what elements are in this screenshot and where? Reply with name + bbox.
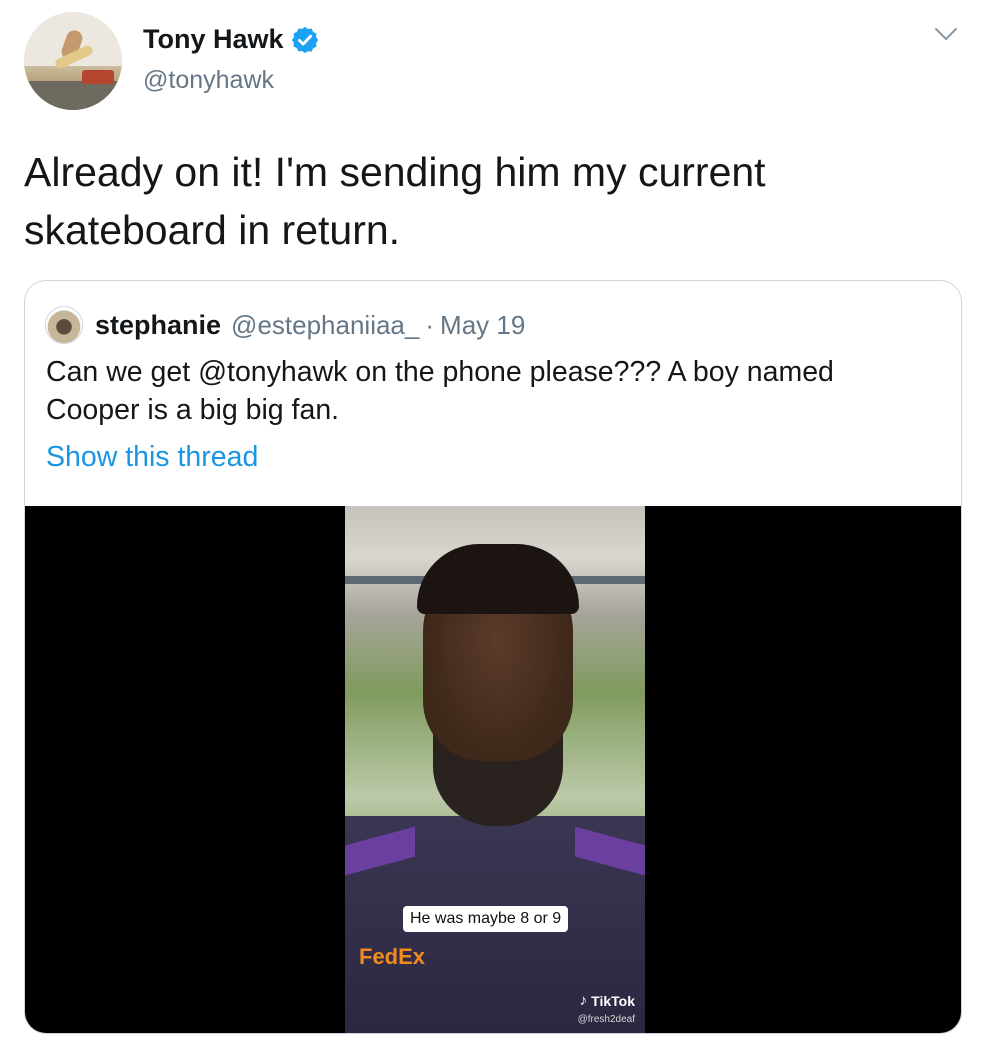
tiktok-icon: ♪ [579, 992, 588, 1009]
chevron-down-icon[interactable] [934, 26, 958, 42]
quoted-date: May 19 [440, 309, 526, 340]
quoted-separator: · [425, 309, 435, 340]
tiktok-username: @fresh2deaf [577, 1014, 635, 1025]
quoted-text: Can we get @tonyhawk on the phone please… [46, 356, 834, 426]
tiktok-brand: TikTok [591, 992, 635, 1009]
quoted-tweet[interactable]: stephanie @estephaniiaa_ · May 19 Can we… [24, 280, 962, 1034]
verified-badge-icon [291, 26, 318, 53]
quoted-handle: @estephaniiaa_ [231, 309, 420, 340]
author-name[interactable]: Tony Hawk [143, 24, 284, 55]
author-handle[interactable]: @tonyhawk [143, 66, 274, 95]
quoted-avatar [45, 306, 83, 344]
quoted-header: stephanie @estephaniiaa_ · May 19 [45, 306, 525, 344]
video-player[interactable]: He was maybe 8 or 9 FedEx ♪ TikTok @fres… [25, 506, 961, 1033]
video-hair [417, 544, 579, 614]
author-avatar[interactable] [24, 12, 122, 110]
tweet-text: Already on it! I'm sending him my curren… [24, 149, 766, 253]
avatar-ground [24, 80, 122, 110]
author-name-row: Tony Hawk [143, 24, 320, 55]
video-caption: He was maybe 8 or 9 [403, 906, 569, 932]
tiktok-watermark: ♪ TikTok [580, 992, 635, 1009]
quoted-name: stephanie [95, 309, 222, 340]
show-thread-link[interactable]: Show this thread [46, 441, 258, 474]
shirt-logo: FedEx [359, 944, 426, 969]
video-frame[interactable]: He was maybe 8 or 9 FedEx ♪ TikTok @fres… [345, 506, 645, 1033]
avatar-car [82, 70, 114, 84]
